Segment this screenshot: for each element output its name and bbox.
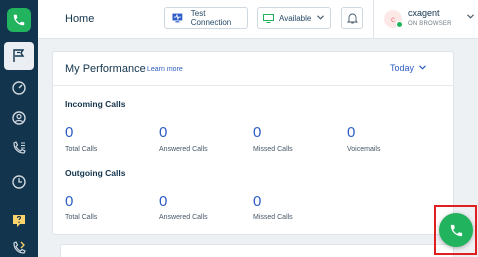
sidebar-item-call-logs[interactable] [0, 132, 38, 164]
monitor-icon [263, 13, 274, 23]
test-connection-icon [172, 13, 183, 23]
call-transfer-icon [13, 241, 26, 254]
chevron-down-icon [317, 15, 324, 20]
divider [53, 85, 453, 86]
agent-subtitle: ON BROWSER [408, 21, 452, 27]
status-value: Available [279, 13, 312, 23]
phone-icon [450, 224, 462, 236]
incoming-answered-label: Answered Calls [159, 146, 208, 153]
outgoing-calls-title: Outgoing Calls [65, 168, 126, 178]
outgoing-missed-label: Missed Calls [253, 214, 293, 221]
test-connection-button[interactable]: Test Connection [164, 7, 248, 29]
incoming-missed-value: 0 [253, 124, 262, 141]
sidebar-item-dashboard[interactable] [0, 72, 38, 104]
page-title: Home [65, 13, 95, 25]
top-header: Home Test Connection Available c cxagent… [38, 0, 478, 39]
sidebar-item-transfer[interactable] [0, 232, 38, 257]
test-connection-label: Test Connection [190, 9, 232, 27]
incoming-missed-label: Missed Calls [253, 146, 293, 153]
notifications-button[interactable] [341, 7, 363, 29]
outgoing-total-value: 0 [65, 193, 74, 210]
incoming-total-value: 0 [65, 124, 74, 141]
phone-logo-icon[interactable] [7, 8, 31, 32]
sidebar-item-contacts[interactable] [0, 102, 38, 134]
online-status-dot [396, 21, 403, 28]
agent-name: cxagent [408, 8, 440, 18]
dialer-fab-button[interactable] [439, 213, 473, 247]
history-icon [12, 175, 26, 189]
incoming-total-label: Total Calls [65, 146, 98, 153]
outgoing-total-label: Total Calls [65, 214, 98, 221]
flag-icon [13, 49, 25, 62]
status-dropdown[interactable]: Available [257, 7, 331, 29]
card-title: My Performance [65, 63, 146, 75]
my-performance-card: My Performance Learn more Today Incoming… [52, 51, 454, 235]
outgoing-answered-value: 0 [159, 193, 168, 210]
outgoing-missed-value: 0 [253, 193, 262, 210]
secondary-card [60, 244, 454, 257]
bell-icon [346, 13, 358, 24]
sidebar [0, 0, 38, 257]
sidebar-item-home[interactable] [4, 42, 34, 70]
incoming-answered-value: 0 [159, 124, 168, 141]
incoming-calls-title: Incoming Calls [65, 99, 126, 109]
sidebar-item-history[interactable] [0, 166, 38, 198]
dashboard-gauge-icon [12, 81, 26, 95]
chevron-down-icon[interactable] [419, 65, 426, 70]
call-logs-icon [13, 141, 26, 154]
period-dropdown[interactable]: Today [390, 63, 414, 73]
agent-profile-menu[interactable]: c cxagent ON BROWSER [373, 0, 478, 39]
outgoing-answered-label: Answered Calls [159, 214, 208, 221]
contacts-icon [12, 111, 26, 125]
chevron-down-icon [467, 14, 474, 19]
help-icon [13, 215, 25, 227]
incoming-voicemails-label: Voicemails [347, 146, 381, 153]
learn-more-link[interactable]: Learn more [147, 66, 183, 73]
incoming-voicemails-value: 0 [347, 124, 356, 141]
